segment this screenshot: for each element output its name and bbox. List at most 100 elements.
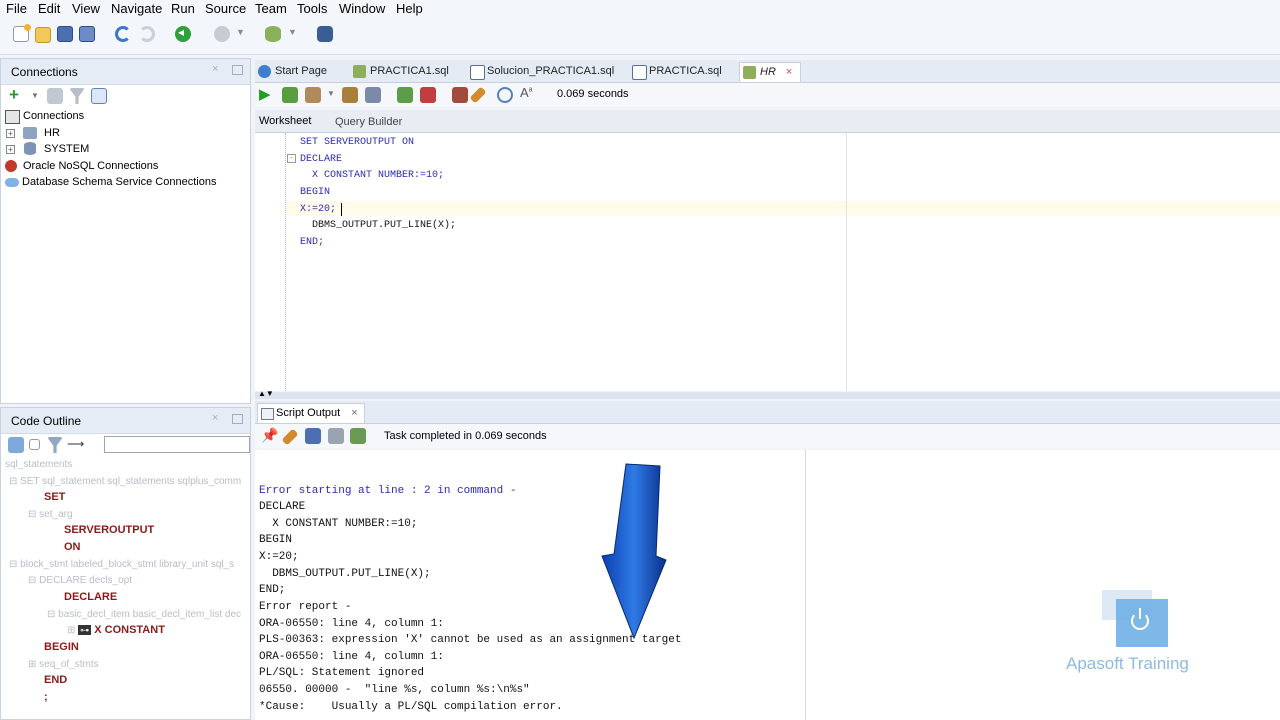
pin-icon[interactable]: 📌 [261,427,278,444]
outline-row[interactable]: ⊟ block_stmt labeled_block_stmt library_… [9,558,234,574]
tab-start-page[interactable]: Start Page [255,62,335,81]
filter-icon[interactable] [47,437,63,453]
export-icon[interactable] [350,428,366,444]
chevron-down-icon[interactable]: ▼ [236,27,245,37]
outline-row[interactable]: ; [44,691,48,707]
outline-row[interactable]: DECLARE [64,591,117,607]
redo-icon[interactable] [139,26,155,42]
expand-icon[interactable]: + [6,145,15,154]
commit-icon[interactable] [397,87,413,103]
tab-worksheet[interactable]: Worksheet [259,115,311,127]
back-icon[interactable]: ◂ [175,25,191,42]
tab-script-output[interactable]: Script Output × [257,403,365,423]
outline-row[interactable]: ON [64,541,81,557]
worksheet-icon [743,66,756,79]
menu-tools[interactable]: Tools [297,1,327,16]
forward-icon[interactable] [214,26,230,42]
clear-icon[interactable] [281,428,299,446]
format-icon[interactable]: Aa [520,85,533,100]
outline-label: SET [44,491,66,503]
close-icon[interactable]: × [351,407,357,419]
minimize-icon[interactable] [232,65,243,75]
expand-icon[interactable]: ⊟ [28,575,39,586]
filter-icon[interactable] [69,88,85,104]
expand-icon[interactable]: + [6,129,15,138]
minimize-icon[interactable] [232,414,243,424]
outline-row[interactable]: SERVEROUTPUT [64,524,154,540]
expand-icon[interactable]: ⊟ [9,476,20,487]
schema-icon[interactable] [91,88,107,104]
tab-practica[interactable]: PRACTICA.sql [629,62,730,81]
sync-icon[interactable] [8,437,24,453]
arrow-icon[interactable]: ⟶ [67,437,84,451]
save-icon[interactable] [305,428,321,444]
history-icon[interactable] [497,87,513,103]
outline-row[interactable]: END [44,674,67,690]
splitter[interactable]: ▲▼ [255,389,1280,399]
outline-search-input[interactable] [104,436,250,453]
outline-row[interactable]: ⊞ seq_of_stmts [28,658,99,674]
expand-icon[interactable]: ⊞ [28,659,39,670]
outline-row[interactable]: ⊟ DECLARE decls_opt [28,574,132,590]
connections-header: Connections × [1,59,250,85]
outline-row[interactable]: BEGIN [44,641,79,657]
tab-solucion-practica1[interactable]: Solucion_PRACTICA1.sql [467,62,622,81]
tab-query-builder[interactable]: Query Builder [335,116,402,128]
binoculars-icon[interactable] [317,26,333,42]
menu-source[interactable]: Source [205,1,246,16]
outline-row[interactable]: sql_statements [5,458,72,474]
print-icon[interactable] [328,428,344,444]
undo-icon[interactable] [115,26,131,42]
chevron-down-icon[interactable]: ▼ [288,27,297,37]
code-outline-panel: Code Outline × ⟶ sql_statements ⊟ SET sq… [0,407,251,720]
menu-navigate[interactable]: Navigate [111,1,162,16]
sql-file-icon [632,65,647,80]
menu-file[interactable]: File [6,1,27,16]
outline-row[interactable]: ⊟ basic_decl_item basic_decl_item_list d… [47,608,241,624]
tree-label: Oracle NoSQL Connections [23,160,159,172]
explain-plan-icon[interactable] [342,87,358,103]
menu-view[interactable]: View [72,1,100,16]
refresh-icon[interactable] [47,88,63,104]
menu-edit[interactable]: Edit [38,1,60,16]
new-file-icon[interactable] [13,24,31,42]
save-all-icon[interactable] [79,26,95,42]
code-editor[interactable]: - SET SERVEROUTPUT ON DECLARE X CONSTANT… [255,133,1280,391]
expand-icon[interactable]: ⊞ [67,625,78,636]
chevron-up-icon[interactable]: ▲▼ [258,389,274,398]
fold-icon[interactable]: - [287,154,296,163]
close-icon[interactable]: × [786,66,792,78]
tab-hr[interactable]: HR × [739,62,802,82]
run-statement-icon[interactable]: ▶ [259,85,271,103]
close-icon[interactable]: × [212,412,218,424]
watermark: Apasoft Training [1060,585,1210,680]
menu-run[interactable]: Run [171,1,195,16]
sql-tuning-icon[interactable] [365,87,381,103]
tab-practica1[interactable]: PRACTICA1.sql [350,62,457,81]
rollback-icon[interactable] [420,87,436,103]
outline-row[interactable]: ⊞ ⊶ X CONSTANT [67,624,165,640]
clear-icon[interactable] [469,86,487,104]
outline-row[interactable]: ⊟ set_arg [28,508,73,524]
outline-row[interactable]: ⊟ SET sql_statement sql_statements sqlpl… [9,475,241,491]
chevron-down-icon[interactable]: ▼ [31,91,39,100]
run-script-icon[interactable] [282,87,298,103]
save-icon[interactable] [57,26,73,42]
menu-team[interactable]: Team [255,1,287,16]
menu-help[interactable]: Help [396,1,423,16]
expand-icon[interactable]: ⊟ [47,609,58,620]
collapse-icon[interactable] [29,439,40,450]
outline-label: seq_of_stmts [39,659,99,670]
unshared-sql-icon[interactable] [452,87,468,103]
menu-window[interactable]: Window [339,1,385,16]
open-folder-icon[interactable] [35,27,51,43]
close-icon[interactable]: × [212,63,218,75]
code-line: X:=20; [300,204,337,215]
expand-icon[interactable]: ⊟ [9,559,20,570]
outline-row[interactable]: SET [44,491,65,507]
autotrace-icon[interactable] [305,87,321,103]
database-icon[interactable] [265,26,281,42]
expand-icon[interactable]: ⊟ [28,509,39,520]
add-connection-icon[interactable]: + [9,85,19,105]
chevron-down-icon[interactable]: ▼ [327,89,335,98]
